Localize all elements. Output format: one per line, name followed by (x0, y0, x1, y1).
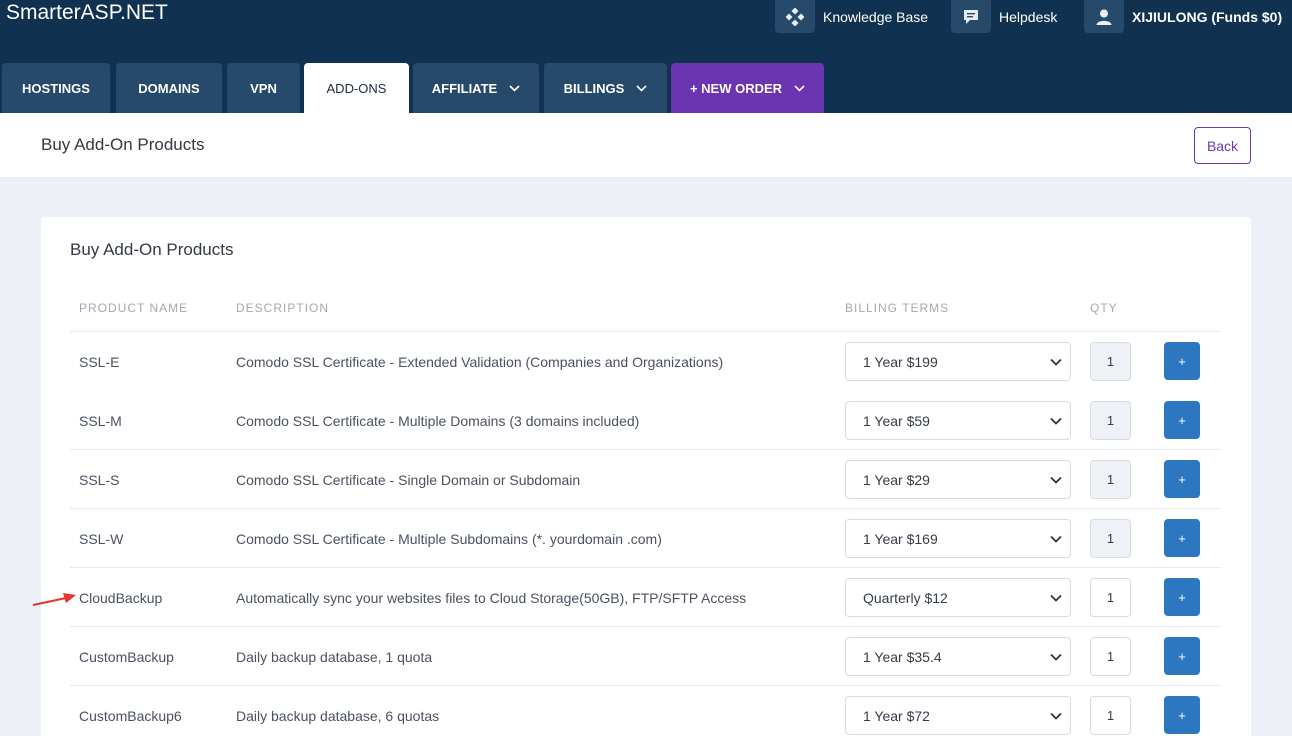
column-header-billing-terms: BILLING TERMS (845, 301, 950, 315)
billing-term-select[interactable]: 1 Year $199 (845, 342, 1071, 381)
table-row: CloudBackup Automatically sync your webs… (70, 568, 1221, 627)
product-name: CloudBackup (79, 589, 163, 606)
add-button[interactable]: + (1164, 578, 1200, 616)
tab-label: VPN (250, 80, 277, 96)
product-name: SSL-S (79, 471, 120, 488)
table-row: SSL-S Comodo SSL Certificate - Single Do… (70, 450, 1221, 509)
qty-input[interactable]: 1 (1090, 460, 1131, 499)
chat-icon (951, 0, 991, 33)
billing-term-value: 1 Year $199 (863, 353, 938, 370)
tab-label: BILLINGS (563, 80, 625, 96)
chevron-down-icon (1050, 358, 1062, 366)
user-icon (1084, 0, 1124, 33)
chevron-down-icon (1050, 476, 1062, 484)
billing-term-select[interactable]: 1 Year $59 (845, 401, 1071, 440)
table-row: SSL-W Comodo SSL Certificate - Multiple … (70, 509, 1221, 568)
tab-label: ADD-ONS (326, 80, 387, 96)
column-header-qty: QTY (1090, 301, 1118, 315)
chevron-down-icon (1050, 712, 1062, 720)
tab-affiliate[interactable]: AFFILIATE (413, 63, 539, 113)
add-button[interactable]: + (1164, 460, 1200, 498)
column-header-description: DESCRIPTION (236, 301, 330, 315)
chevron-down-icon (1050, 535, 1062, 543)
product-description: Comodo SSL Certificate - Multiple Subdom… (236, 530, 662, 547)
billing-term-value: 1 Year $169 (863, 530, 938, 547)
annotation-arrow-icon (32, 593, 76, 606)
add-button[interactable]: + (1164, 696, 1200, 734)
billing-term-value: 1 Year $35.4 (863, 648, 942, 665)
product-name: SSL-M (79, 412, 122, 429)
back-button[interactable]: Back (1194, 127, 1251, 164)
qty-input[interactable]: 1 (1090, 637, 1131, 676)
knowledge-base-icon (775, 0, 815, 33)
billing-term-value: 1 Year $29 (863, 471, 930, 488)
product-description: Comodo SSL Certificate - Extended Valida… (236, 353, 724, 370)
product-description: Comodo SSL Certificate - Multiple Domain… (236, 412, 640, 429)
user-funds-label: XIJIULONG (Funds $0) (1132, 8, 1283, 25)
add-button[interactable]: + (1164, 637, 1200, 675)
qty-input[interactable]: 1 (1090, 401, 1131, 440)
product-description: Automatically sync your websites files t… (236, 589, 747, 606)
tab-label: + NEW ORDER (689, 80, 783, 96)
product-description: Daily backup database, 1 quota (236, 648, 433, 665)
chevron-down-icon (1050, 653, 1062, 661)
billing-term-select[interactable]: 1 Year $72 (845, 696, 1071, 735)
chevron-down-icon (794, 84, 805, 92)
table-row: CustomBackup6 Daily backup database, 6 q… (70, 686, 1221, 736)
table-row: CustomBackup Daily backup database, 1 qu… (70, 627, 1221, 686)
tab-label: HOSTINGS (22, 80, 90, 96)
chevron-down-icon (1050, 417, 1062, 425)
knowledge-base-link[interactable]: Knowledge Base (775, 0, 928, 33)
qty-input[interactable]: 1 (1090, 578, 1131, 617)
tab-billings[interactable]: BILLINGS (544, 63, 667, 113)
billing-term-select[interactable]: Quarterly $12 (845, 578, 1071, 617)
helpdesk-link[interactable]: Helpdesk (951, 0, 1057, 33)
user-account-link[interactable]: XIJIULONG (Funds $0) (1084, 0, 1282, 33)
billing-term-select[interactable]: 1 Year $169 (845, 519, 1071, 558)
table-row: SSL-M Comodo SSL Certificate - Multiple … (70, 391, 1221, 450)
tab-vpn[interactable]: VPN (227, 63, 300, 113)
billing-term-value: 1 Year $59 (863, 412, 930, 429)
tab-add-ons[interactable]: ADD-ONS (304, 63, 409, 113)
product-name: CustomBackup (79, 648, 174, 665)
tab-domains[interactable]: DOMAINS (116, 63, 222, 113)
tab-new-order[interactable]: + NEW ORDER (671, 63, 824, 113)
knowledge-base-label: Knowledge Base (823, 8, 929, 25)
qty-input[interactable]: 1 (1090, 519, 1131, 558)
chevron-down-icon (509, 84, 520, 92)
tab-hostings[interactable]: HOSTINGS (2, 63, 110, 113)
chevron-down-icon (1050, 594, 1062, 602)
top-header: SmarterASP.NET Knowledge Base Helpdesk X… (0, 0, 1292, 113)
qty-input[interactable]: 1 (1090, 696, 1131, 735)
product-description: Daily backup database, 6 quotas (236, 707, 440, 724)
table-row: SSL-E Comodo SSL Certificate - Extended … (70, 332, 1221, 391)
add-button[interactable]: + (1164, 519, 1200, 557)
add-on-products-card: Buy Add-On Products PRODUCT NAME DESCRIP… (41, 217, 1251, 736)
billing-term-select[interactable]: 1 Year $35.4 (845, 637, 1071, 676)
tab-label: DOMAINS (138, 80, 200, 96)
tab-label: AFFILIATE (431, 80, 498, 96)
page-title: Buy Add-On Products (41, 135, 205, 154)
add-button[interactable]: + (1164, 342, 1200, 380)
brand-logo[interactable]: SmarterASP.NET (6, 1, 168, 25)
chevron-down-icon (636, 84, 647, 92)
qty-input[interactable]: 1 (1090, 342, 1131, 381)
card-title: Buy Add-On Products (70, 240, 234, 259)
product-name: CustomBackup6 (79, 707, 182, 724)
column-header-product-name: PRODUCT NAME (79, 301, 189, 315)
billing-term-value: 1 Year $72 (863, 707, 930, 724)
billing-term-select[interactable]: 1 Year $29 (845, 460, 1071, 499)
helpdesk-label: Helpdesk (999, 8, 1058, 25)
billing-term-value: Quarterly $12 (863, 589, 948, 606)
add-button[interactable]: + (1164, 401, 1200, 439)
page-header: Buy Add-On Products Back (0, 113, 1292, 177)
product-name: SSL-W (79, 530, 124, 547)
product-description: Comodo SSL Certificate - Single Domain o… (236, 471, 581, 488)
product-name: SSL-E (79, 353, 120, 370)
